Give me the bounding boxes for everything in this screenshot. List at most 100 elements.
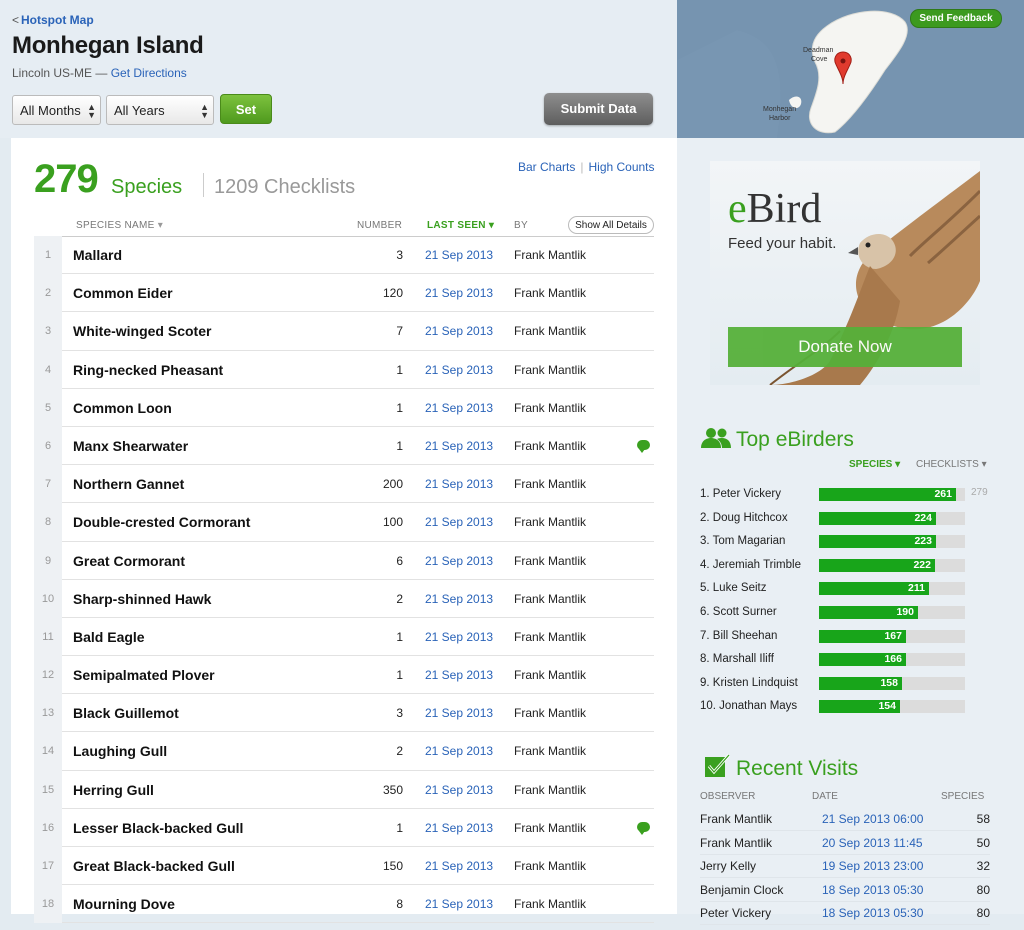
birder-row[interactable]: 3. Tom Magarian 223	[700, 534, 1024, 558]
species-name[interactable]: Great Black-backed Gull	[73, 847, 235, 885]
birder-row[interactable]: 5. Luke Seitz 211	[700, 581, 1024, 605]
visit-observer[interactable]: Frank Mantlik	[700, 812, 772, 826]
species-name[interactable]: Semipalmated Plover	[73, 656, 215, 694]
species-name[interactable]: Mourning Dove	[73, 885, 175, 923]
birder-row[interactable]: 7. Bill Sheehan 167	[700, 629, 1024, 653]
send-feedback-button[interactable]: Send Feedback	[910, 9, 1002, 28]
last-seen-date[interactable]: 21 Sep 2013	[425, 236, 493, 274]
visit-date[interactable]: 21 Sep 2013 06:00	[822, 812, 923, 826]
species-name[interactable]: Double-crested Cormorant	[73, 503, 250, 541]
hotspot-map-link[interactable]: < Hotspot Map	[12, 13, 94, 27]
last-seen-date[interactable]: 21 Sep 2013	[425, 351, 493, 389]
visit-date[interactable]: 18 Sep 2013 05:30	[822, 883, 923, 897]
bar-charts-link[interactable]: Bar Charts	[518, 160, 575, 174]
tab-species[interactable]: SPECIES ▾	[849, 459, 900, 470]
birder-name[interactable]: 6. Scott Surner	[700, 605, 777, 619]
species-name[interactable]: Common Loon	[73, 389, 172, 427]
year-select[interactable]: All Years ▲ ▼	[106, 95, 214, 125]
last-seen-date[interactable]: 21 Sep 2013	[425, 389, 493, 427]
last-seen-date[interactable]: 21 Sep 2013	[425, 809, 493, 847]
species-name[interactable]: Northern Gannet	[73, 465, 184, 503]
last-seen-date[interactable]: 21 Sep 2013	[425, 312, 493, 350]
species-name[interactable]: White-winged Scoter	[73, 312, 211, 350]
month-select[interactable]: All Months ▲ ▼	[12, 95, 101, 125]
birder-name[interactable]: 7. Bill Sheehan	[700, 629, 777, 643]
show-all-details-button[interactable]: Show All Details	[568, 216, 654, 234]
birder-name[interactable]: 8. Marshall Iliff	[700, 652, 774, 666]
table-row: 11 Bald Eagle 1 21 Sep 2013 Frank Mantlik	[34, 617, 654, 657]
birder-row[interactable]: 10. Jonathan Mays 154	[700, 699, 1024, 723]
table-row: 3 White-winged Scoter 7 21 Sep 2013 Frank Ma…	[34, 312, 654, 351]
species-count: 2	[396, 744, 403, 759]
species-name[interactable]: Lesser Black-backed Gull	[73, 809, 243, 847]
observer-name: Frank Mantlik	[514, 438, 587, 453]
hotspot-map-link-label[interactable]: Hotspot Map	[21, 13, 94, 27]
observer-name: Frank Mantlik	[514, 477, 587, 492]
species-name[interactable]: Laughing Gull	[73, 732, 167, 770]
visit-observer[interactable]: Frank Mantlik	[700, 836, 772, 850]
visit-observer[interactable]: Benjamin Clock	[700, 883, 783, 897]
birder-name[interactable]: 2. Doug Hitchcox	[700, 511, 788, 525]
visit-date[interactable]: 19 Sep 2013 23:00	[822, 859, 923, 873]
comment-icon[interactable]	[637, 821, 650, 835]
last-seen-date[interactable]: 21 Sep 2013	[425, 847, 493, 885]
species-name[interactable]: Black Guillemot	[73, 694, 179, 732]
col-species: SPECIES	[941, 791, 985, 802]
species-name[interactable]: Ring-necked Pheasant	[73, 351, 223, 389]
last-seen-date[interactable]: 21 Sep 2013	[425, 274, 493, 312]
last-seen-date[interactable]: 21 Sep 2013	[425, 771, 493, 809]
table-row: 15 Herring Gull 350 21 Sep 2013 Frank Mantli…	[34, 770, 654, 809]
birder-name[interactable]: 5. Luke Seitz	[700, 581, 766, 595]
species-name[interactable]: Sharp-shinned Hawk	[73, 580, 211, 618]
col-number[interactable]: NUMBER	[357, 220, 402, 231]
ebird-donate-ad[interactable]: eBird Feed your habit. Donate Now	[710, 161, 980, 385]
sort-arrow-icon: ▾	[157, 220, 164, 231]
visit-date[interactable]: 20 Sep 2013 11:45	[822, 836, 923, 850]
birder-name[interactable]: 4. Jeremiah Trimble	[700, 558, 801, 572]
get-directions-link[interactable]: Get Directions	[111, 66, 187, 80]
col-species-name[interactable]: SPECIES NAME ▾	[76, 220, 163, 231]
birder-row[interactable]: 8. Marshall Iliff 166	[700, 652, 1024, 676]
birder-row[interactable]: 4. Jeremiah Trimble 222	[700, 558, 1024, 582]
birder-row[interactable]: 6. Scott Surner 190	[700, 605, 1024, 629]
row-number: 9	[34, 541, 62, 580]
species-name[interactable]: Common Eider	[73, 274, 173, 312]
donate-now-button[interactable]: Donate Now	[728, 327, 962, 367]
species-name[interactable]: Manx Shearwater	[73, 427, 188, 465]
species-name[interactable]: Great Cormorant	[73, 542, 185, 580]
last-seen-date[interactable]: 21 Sep 2013	[425, 694, 493, 732]
visit-date[interactable]: 18 Sep 2013 05:30	[822, 906, 923, 920]
birder-name[interactable]: 9. Kristen Lindquist	[700, 676, 798, 690]
last-seen-date[interactable]: 21 Sep 2013	[425, 580, 493, 618]
last-seen-date[interactable]: 21 Sep 2013	[425, 732, 493, 770]
birder-name[interactable]: 10. Jonathan Mays	[700, 699, 797, 713]
birder-name[interactable]: 1. Peter Vickery	[700, 487, 781, 501]
last-seen-date[interactable]: 21 Sep 2013	[425, 427, 493, 465]
table-row: 2 Common Eider 120 21 Sep 2013 Frank Mantlik	[34, 274, 654, 313]
visit-observer[interactable]: Jerry Kelly	[700, 859, 756, 873]
last-seen-date[interactable]: 21 Sep 2013	[425, 618, 493, 656]
birder-name[interactable]: 3. Tom Magarian	[700, 534, 785, 548]
birder-row[interactable]: 1. Peter Vickery 261 279	[700, 487, 1024, 511]
species-name[interactable]: Bald Eagle	[73, 618, 145, 656]
set-button[interactable]: Set	[220, 94, 272, 124]
last-seen-date[interactable]: 21 Sep 2013	[425, 885, 493, 923]
comment-icon[interactable]	[637, 439, 650, 453]
birder-row[interactable]: 2. Doug Hitchcox 224	[700, 511, 1024, 535]
svg-text:Cove: Cove	[811, 56, 827, 63]
tab-checklists[interactable]: CHECKLISTS ▾	[916, 459, 987, 470]
last-seen-date[interactable]: 21 Sep 2013	[425, 503, 493, 541]
birder-bar-track: 224	[819, 511, 965, 525]
last-seen-date[interactable]: 21 Sep 2013	[425, 542, 493, 580]
birder-row[interactable]: 9. Kristen Lindquist 158	[700, 676, 1024, 700]
last-seen-date[interactable]: 21 Sep 2013	[425, 656, 493, 694]
visit-observer[interactable]: Peter Vickery	[700, 906, 771, 920]
species-name[interactable]: Mallard	[73, 236, 122, 274]
observer-name: Frank Mantlik	[514, 286, 587, 301]
species-name[interactable]: Herring Gull	[73, 771, 154, 809]
high-counts-link[interactable]: High Counts	[588, 160, 654, 174]
row-number: 1	[34, 236, 62, 275]
last-seen-date[interactable]: 21 Sep 2013	[425, 465, 493, 503]
col-last-seen[interactable]: LAST SEEN ▾	[427, 220, 494, 231]
submit-data-button[interactable]: Submit Data	[544, 93, 653, 125]
